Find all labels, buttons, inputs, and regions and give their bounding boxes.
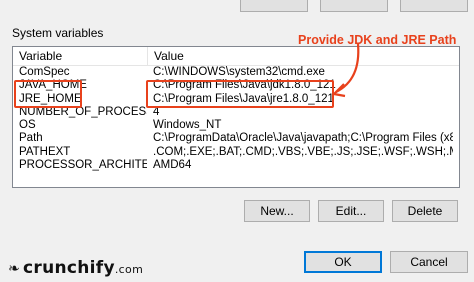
dialog-top-strip — [0, 0, 474, 18]
new-button[interactable]: New... — [244, 200, 310, 222]
annotation-arrow-icon — [333, 43, 360, 98]
variable-value: Windows_NT — [153, 119, 222, 132]
variable-value: AMD64 — [153, 159, 192, 172]
table-row[interactable]: PATHEXT .COM;.EXE;.BAT;.CMD;.VBS;.VBE;.JS… — [13, 146, 459, 159]
variable-name: PROCESSOR_ARCHITECTURE — [19, 159, 147, 172]
delete-button[interactable]: Delete — [392, 200, 458, 222]
leaf-icon: ❧ — [8, 261, 21, 277]
edit-button[interactable]: Edit... — [318, 200, 384, 222]
annotation-box-variables — [14, 80, 82, 108]
variable-name: Path — [19, 132, 43, 145]
variable-name: PATHEXT — [19, 145, 71, 158]
cancel-button[interactable]: Cancel — [390, 251, 468, 273]
table-row[interactable]: OS Windows_NT — [13, 119, 459, 132]
variable-name: OS — [19, 119, 36, 132]
ok-button[interactable]: OK — [304, 251, 382, 273]
variable-value: C:\WINDOWS\system32\cmd.exe — [153, 66, 325, 78]
top-partial-button[interactable] — [320, 0, 388, 12]
annotation-box-values — [146, 80, 334, 108]
table-row[interactable]: ComSpec C:\WINDOWS\system32\cmd.exe — [13, 66, 459, 79]
top-partial-button[interactable] — [240, 0, 308, 12]
table-row[interactable]: Path C:\ProgramData\Oracle\Java\javapath;… — [13, 132, 459, 145]
logo-suffix: .com — [114, 263, 144, 276]
variable-name: ComSpec — [19, 66, 70, 78]
annotation-text: Provide JDK and JRE Path — [298, 33, 457, 47]
crunchify-logo: ❧ crunchify.com — [8, 258, 143, 278]
system-variables-label: System variables — [12, 26, 104, 40]
top-partial-button[interactable] — [400, 0, 468, 12]
list-header: Variable Value — [13, 47, 459, 66]
column-header-value[interactable]: Value — [148, 47, 459, 66]
variable-value: C:\ProgramData\Oracle\Java\javapath;C:\P… — [153, 132, 453, 145]
logo-name: crunchify — [23, 258, 115, 278]
system-variables-list[interactable]: Variable Value ComSpec C:\WINDOWS\system3… — [12, 46, 460, 188]
variable-value: .COM;.EXE;.BAT;.CMD;.VBS;.VBE;.JS;.JSE;.… — [153, 145, 453, 158]
column-header-variable[interactable]: Variable — [13, 47, 148, 66]
table-row[interactable]: PROCESSOR_ARCHITECTURE AMD64 — [13, 159, 459, 172]
